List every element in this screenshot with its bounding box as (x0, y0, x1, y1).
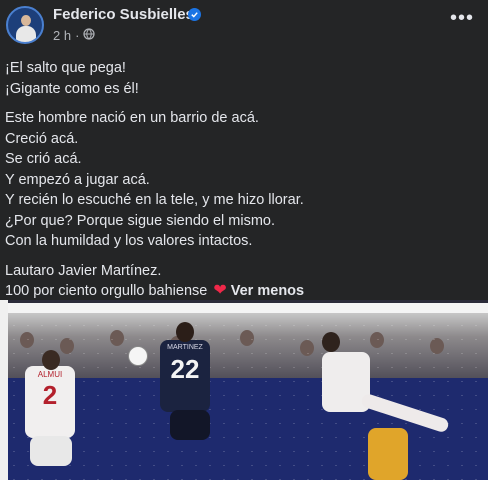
post-text: ¡El salto que pega! ¡Gigante como es él!… (5, 58, 483, 311)
see-less-link[interactable]: Ver menos (231, 283, 304, 299)
post-time[interactable]: 2 h (53, 28, 71, 43)
post-header: Federico Susbielles 2 h · ••• (0, 0, 488, 52)
author-name[interactable]: Federico Susbielles (53, 6, 194, 23)
verified-badge-icon (188, 8, 201, 21)
jersey-number: 22 (170, 354, 200, 384)
post-meta: 2 h · (53, 28, 96, 43)
text-line: Este hombre nació en un barrio de acá. (5, 110, 259, 126)
text-line: ¿Por que? Porque sigue siendo el mismo. (5, 212, 276, 229)
post-photo[interactable]: ALMUI 2 MARTINEZ 22 (0, 300, 488, 480)
crossbar (0, 303, 488, 313)
jersey-name: MARTINEZ (167, 344, 203, 351)
globe-icon (83, 28, 96, 43)
avatar[interactable] (6, 6, 44, 44)
player-white-left-head (42, 350, 60, 370)
jersey-number: 2 (42, 380, 58, 410)
paragraph-3: Lautaro Javier Martínez. 100 por ciento … (5, 261, 483, 302)
text-line: Y recién lo escuché en la tele, y me hiz… (5, 192, 304, 208)
text-line: Y empezó a jugar acá. (5, 171, 150, 188)
player-dark-center-head (176, 322, 194, 342)
heart-emoji-icon: ❤ (213, 282, 227, 299)
text-line: Creció acá. (5, 130, 79, 147)
player-dark-center-shorts (170, 410, 210, 440)
text-line: ¡El salto que pega! (5, 60, 126, 76)
player-white-left: ALMUI 2 (25, 366, 75, 438)
player-dark-center: MARTINEZ 22 (160, 340, 210, 412)
jersey-name: ALMUI (37, 370, 63, 379)
more-options-icon[interactable]: ••• (450, 8, 474, 28)
player-white-left-shorts (30, 436, 72, 466)
text-line: ¡Gigante como es él! (5, 80, 139, 97)
goal-post (0, 300, 8, 480)
text-line-last: 100 por ciento orgullo bahiense ❤ Ver meno… (5, 282, 305, 299)
text-line: Con la humildad y los valores intactos. (5, 233, 253, 249)
ball (128, 346, 148, 366)
text-line: Lautaro Javier Martínez. (5, 262, 162, 279)
paragraph-2: Este hombre nació en un barrio de acá. C… (5, 108, 483, 252)
goalkeeper (368, 428, 408, 480)
text-line: Se crió acá. (5, 151, 82, 167)
player-white-right-head (322, 332, 340, 352)
paragraph-1: ¡El salto que pega! ¡Gigante como es él! (5, 58, 483, 99)
